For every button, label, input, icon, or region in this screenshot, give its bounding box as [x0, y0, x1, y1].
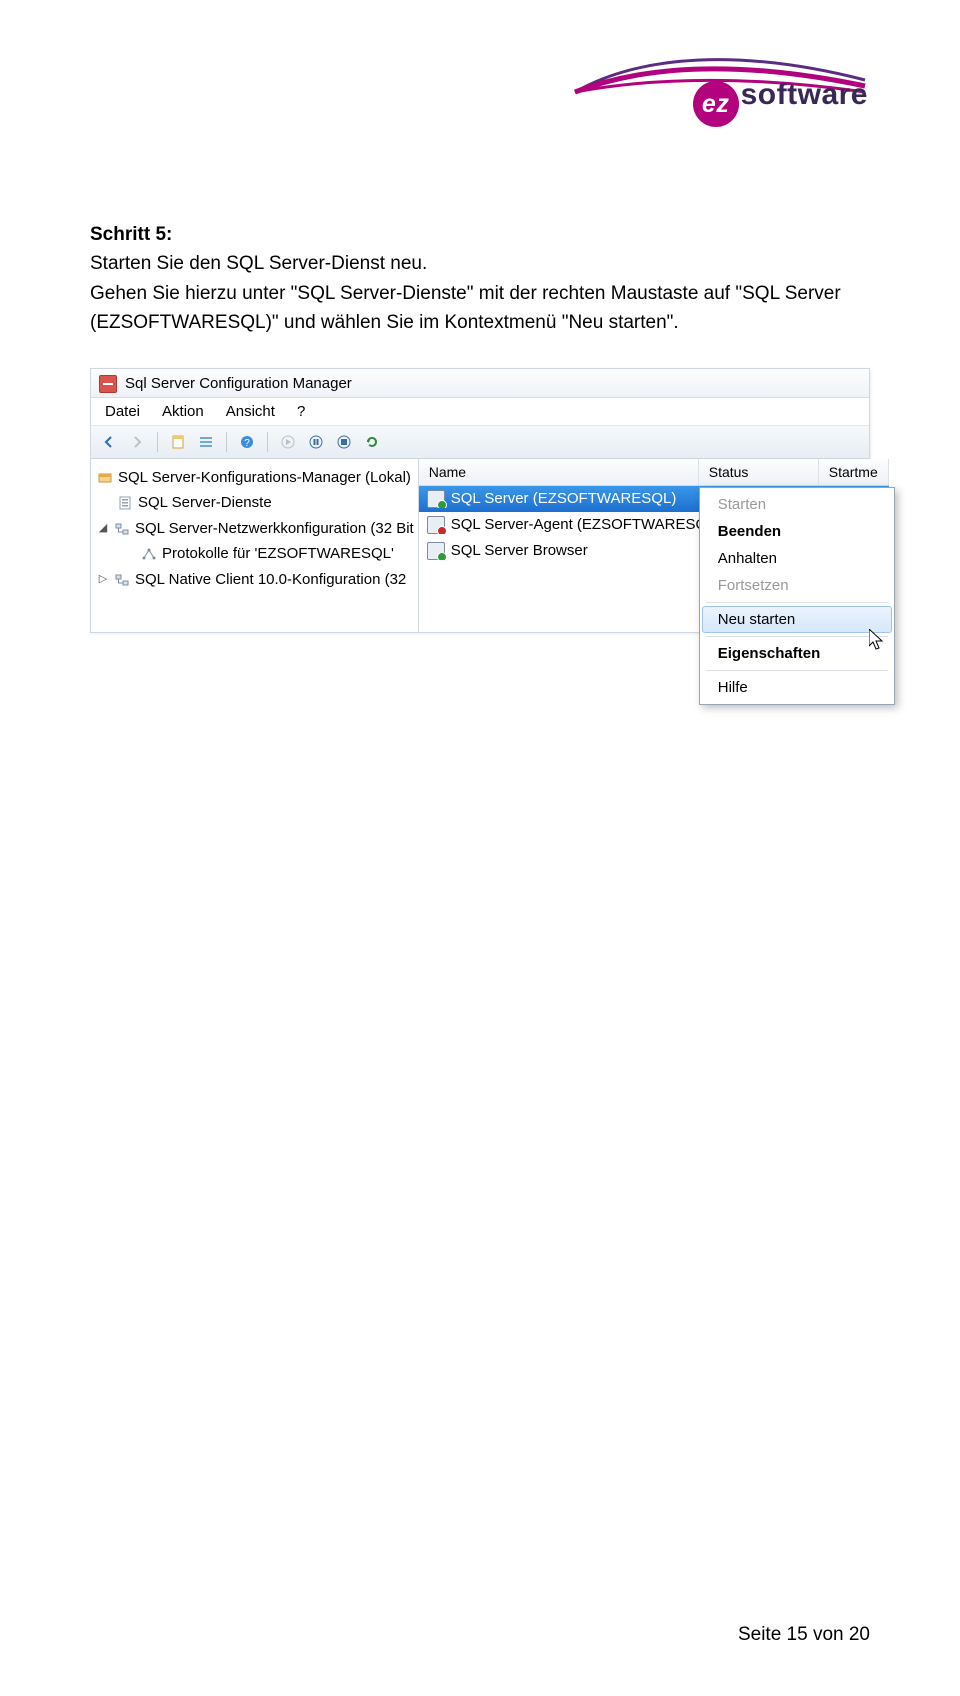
list-icon[interactable] — [194, 430, 218, 454]
pause-icon[interactable] — [304, 430, 328, 454]
column-startmode[interactable]: Startme — [819, 459, 889, 485]
ctx-starten[interactable]: Starten — [702, 491, 892, 518]
ctx-neu-starten[interactable]: Neu starten — [702, 606, 892, 633]
screenshot-window: Sql Server Configuration Manager Datei A… — [90, 368, 870, 634]
ctx-beenden[interactable]: Beenden — [702, 518, 892, 545]
expand-icon[interactable]: ▷ — [97, 574, 109, 586]
window-title: Sql Server Configuration Manager — [125, 375, 352, 392]
app-icon — [99, 375, 117, 393]
tree-services[interactable]: SQL Server-Dienste — [97, 490, 414, 516]
service-icon — [427, 516, 445, 534]
service-icon — [427, 542, 445, 560]
restart-icon[interactable] — [360, 430, 384, 454]
ctx-anhalten[interactable]: Anhalten — [702, 545, 892, 572]
page-footer: Seite 15 von 20 — [738, 1624, 870, 1646]
toolbar: ? — [91, 426, 869, 459]
ctx-hilfe[interactable]: Hilfe — [702, 674, 892, 701]
tree-root[interactable]: SQL Server-Konfigurations-Manager (Lokal… — [97, 465, 414, 491]
logo-ez-badge: ez — [693, 81, 739, 127]
window-titlebar: Sql Server Configuration Manager — [91, 369, 869, 398]
menu-help[interactable]: ? — [287, 400, 315, 423]
list-pane: Name Status Startme SQL Server (EZSOFTWA… — [419, 459, 889, 633]
play-icon[interactable] — [276, 430, 300, 454]
step-line-2: Gehen Sie hierzu unter "SQL Server-Diens… — [90, 279, 870, 338]
ctx-eigenschaften[interactable]: Eigenschaften — [702, 640, 892, 667]
menubar: Datei Aktion Ansicht ? — [91, 398, 869, 426]
stop-icon[interactable] — [332, 430, 356, 454]
list-header: Name Status Startme — [419, 459, 889, 486]
back-icon[interactable] — [97, 430, 121, 454]
step-line-1: Starten Sie den SQL Server-Dienst neu. — [90, 249, 870, 278]
menu-datei[interactable]: Datei — [95, 400, 150, 423]
services-icon — [117, 495, 133, 511]
ctx-separator — [706, 602, 888, 603]
forward-icon[interactable] — [125, 430, 149, 454]
step-heading: Schritt 5: — [90, 220, 870, 249]
ctx-separator — [706, 636, 888, 637]
protocols-icon — [141, 546, 157, 562]
tree-netconfig[interactable]: ◢ SQL Server-Netzwerkkonfiguration (32 B… — [97, 516, 414, 542]
column-status[interactable]: Status — [699, 459, 819, 485]
doc-icon[interactable] — [166, 430, 190, 454]
ctx-fortsetzen[interactable]: Fortsetzen — [702, 572, 892, 599]
tree-native-client[interactable]: ▷ SQL Native Client 10.0-Konfiguration (… — [97, 567, 414, 593]
menu-aktion[interactable]: Aktion — [152, 400, 214, 423]
context-menu: Starten Beenden Anhalten Fortsetzen Neu … — [699, 487, 895, 705]
help-icon[interactable]: ? — [235, 430, 259, 454]
tree-protocols[interactable]: Protokolle für 'EZSOFTWARESQL' — [97, 541, 414, 567]
server-icon — [97, 470, 113, 486]
service-icon — [427, 490, 445, 508]
column-name[interactable]: Name — [419, 459, 699, 485]
instruction-block: Schritt 5: Starten Sie den SQL Server-Di… — [90, 220, 870, 338]
netconfig-icon — [114, 521, 130, 537]
tree-pane: SQL Server-Konfigurations-Manager (Lokal… — [91, 459, 419, 633]
cursor-icon — [869, 629, 887, 653]
logo-wordmark: software — [741, 78, 868, 111]
svg-text:?: ? — [244, 438, 250, 449]
ctx-separator — [706, 670, 888, 671]
menu-ansicht[interactable]: Ansicht — [216, 400, 285, 423]
native-client-icon — [114, 572, 130, 588]
expand-collapse-icon[interactable]: ◢ — [97, 523, 109, 535]
brand-logo: ezsoftware — [570, 30, 870, 135]
